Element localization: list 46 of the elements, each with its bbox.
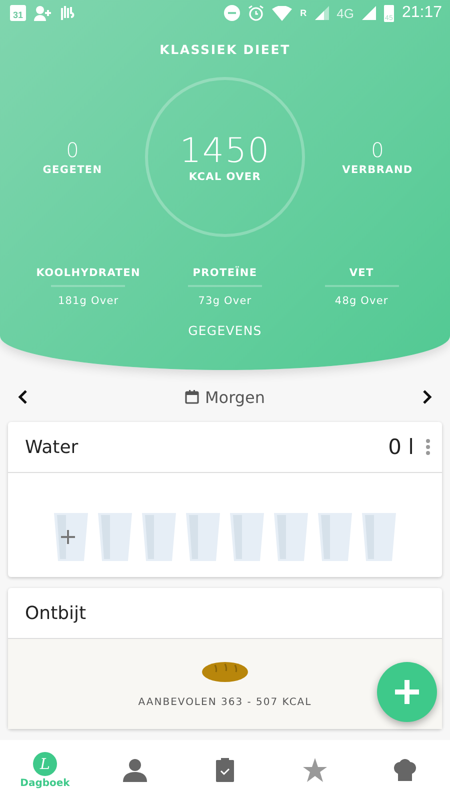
calories-left-value: 1450 bbox=[180, 131, 270, 171]
macro-value: 73g Over bbox=[198, 295, 252, 307]
nav-tab[interactable]: L Dagboek bbox=[0, 752, 90, 788]
wifi-icon bbox=[272, 6, 292, 20]
diet-title: KLASSIEK DIEET bbox=[160, 42, 290, 57]
eaten-label: GEGETEN bbox=[42, 164, 102, 176]
card-title: Ontbijt bbox=[25, 602, 86, 624]
burned-label: VERBRAND bbox=[342, 164, 413, 176]
bread-icon bbox=[201, 661, 249, 683]
card-title: Water bbox=[25, 436, 78, 458]
macro-name: PROTEÏNE bbox=[192, 267, 258, 279]
calendar-icon: 31 bbox=[10, 5, 26, 21]
water-amount: 0 l bbox=[388, 435, 414, 459]
network-label: 4G bbox=[336, 6, 354, 20]
calendar-icon bbox=[184, 390, 199, 404]
notification-icon bbox=[60, 5, 76, 21]
more-options-icon[interactable] bbox=[426, 439, 430, 455]
chevron-right-icon bbox=[422, 390, 432, 404]
previous-day-button[interactable] bbox=[18, 390, 28, 404]
chef-hat-icon bbox=[393, 759, 417, 781]
burned-value: 0 bbox=[371, 138, 384, 162]
roaming-indicator: R bbox=[300, 8, 307, 18]
macro-value: 48g Over bbox=[334, 295, 388, 307]
details-link[interactable]: GEGEVENS bbox=[186, 321, 264, 340]
add-icon[interactable] bbox=[60, 529, 76, 545]
macro-name: KOOLHYDRATEN bbox=[36, 267, 140, 279]
calories-left-label: KCAL OVER bbox=[188, 171, 262, 183]
water-glass-icon[interactable] bbox=[54, 513, 88, 561]
chevron-left-icon bbox=[18, 390, 28, 404]
add-person-icon bbox=[34, 5, 52, 21]
plus-icon bbox=[393, 678, 421, 706]
signal-icon bbox=[362, 6, 376, 20]
star-icon bbox=[303, 758, 327, 782]
clipboard-icon bbox=[216, 758, 234, 782]
next-day-button[interactable] bbox=[422, 390, 432, 404]
clock-time: 21:17 bbox=[402, 4, 442, 22]
date-label: Morgen bbox=[204, 388, 266, 406]
do-not-disturb-icon bbox=[224, 5, 240, 21]
eaten-value: 0 bbox=[66, 138, 79, 162]
logo-icon: L bbox=[33, 752, 57, 776]
macro-value: 181g Over bbox=[58, 295, 119, 307]
alarm-icon bbox=[248, 5, 264, 21]
recommended-calories: AANBEVOLEN 363 - 507 KCAL bbox=[138, 697, 312, 708]
signal-icon bbox=[314, 6, 329, 20]
person-icon bbox=[123, 758, 147, 782]
macro-name: VET bbox=[349, 267, 374, 279]
